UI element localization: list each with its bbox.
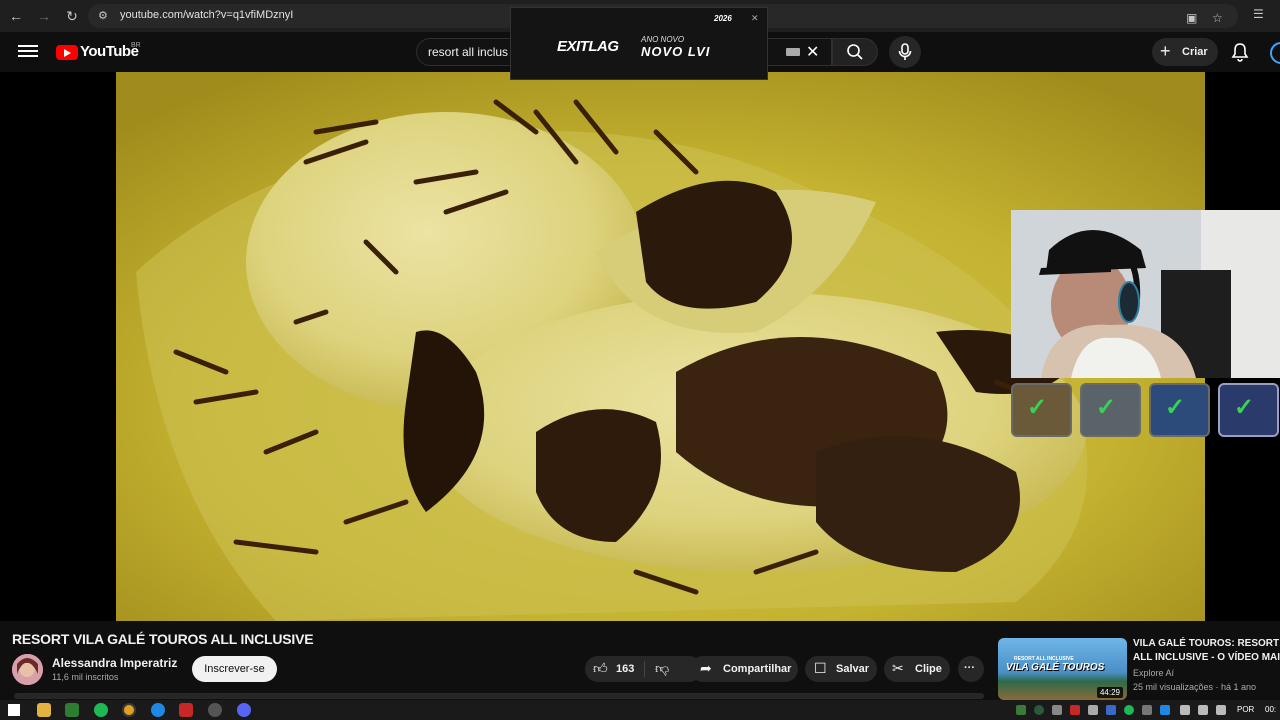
dislike-icon[interactable]: 👎︎ [655, 660, 669, 677]
save-label: Salvar [836, 663, 870, 675]
reload-icon[interactable]: ↻ [62, 6, 82, 26]
spotify-icon[interactable] [94, 703, 108, 717]
like-count[interactable]: 163 [616, 663, 634, 675]
voice-search-button[interactable] [889, 36, 921, 68]
create-label: Criar [1182, 46, 1208, 58]
subscribe-button[interactable]: Inscrever-se [192, 656, 277, 682]
tray-icon[interactable] [1106, 705, 1116, 715]
language-indicator[interactable]: POR [1237, 705, 1254, 714]
plus-icon: + [1160, 41, 1171, 61]
account-avatar[interactable] [1270, 42, 1280, 64]
logo-text: YouTube [80, 43, 139, 60]
check-icon: ✓ [1165, 394, 1186, 421]
clip-label: Clipe [915, 663, 942, 675]
tray-icon[interactable] [1016, 705, 1026, 715]
close-icon[interactable]: ✕ [751, 13, 759, 24]
microphone-icon [898, 43, 912, 60]
badge-4: ✓ [1218, 383, 1279, 437]
save-button[interactable]: ☐ Salvar [805, 656, 877, 682]
keyboard-icon[interactable] [786, 48, 800, 56]
subscriber-count: 11,6 mil inscritos [52, 672, 119, 682]
create-button[interactable]: + Criar [1152, 38, 1218, 66]
badge-3: ✓ [1149, 383, 1210, 437]
install-icon[interactable]: ▣ [1186, 11, 1197, 25]
thumb-caption-main: VILA GALÉ TOUROS [1006, 662, 1105, 673]
app-icon[interactable] [151, 703, 165, 717]
menu-icon[interactable] [18, 42, 38, 60]
recommendation-meta: 25 mil visualizações · há 1 ano [1133, 682, 1257, 692]
exitlag-logo: EXITLAG [557, 38, 619, 55]
recommendation-channel[interactable]: Explore Aí [1133, 668, 1174, 678]
description-box-edge [14, 693, 984, 699]
more-actions-button[interactable]: ··· [958, 656, 984, 682]
streamer-webcam-image [1011, 210, 1280, 378]
channel-avatar-image [12, 654, 43, 685]
exitlag-ad-overlay: EXITLAG ANO NOVO NOVO LVI 2026 ✕ [510, 7, 768, 80]
badge-2: ✓ [1080, 383, 1141, 437]
exitlag-headline: NOVO LVI [641, 44, 711, 59]
discord-icon[interactable] [237, 703, 251, 717]
tray-icon[interactable] [1052, 705, 1062, 715]
like-divider [644, 661, 645, 677]
battery-icon[interactable] [1216, 705, 1226, 715]
extensions-icon[interactable]: ☰ [1253, 7, 1264, 21]
play-logo-icon [56, 45, 78, 60]
windows-start-icon[interactable] [8, 704, 20, 716]
exitlag-subtitle: ANO NOVO [641, 35, 685, 44]
site-info-icon[interactable]: ⚙ [98, 9, 108, 22]
channel-avatar[interactable] [12, 654, 43, 685]
file-explorer-icon[interactable] [37, 703, 51, 717]
windows-taskbar: POR 00: [0, 700, 1280, 720]
achievement-badges: ✓ ✓ ✓ ✓ [1011, 381, 1280, 439]
tray-icon[interactable] [1034, 705, 1044, 715]
bell-icon[interactable] [1231, 42, 1249, 62]
spotify-tray-icon[interactable] [1124, 705, 1134, 715]
forward-icon[interactable]: → [34, 6, 54, 26]
scissors-icon: ✂ [892, 660, 904, 676]
share-button[interactable]: ➦ Compartilhar [690, 656, 798, 682]
check-icon: ✓ [1027, 394, 1048, 421]
xbox-icon[interactable] [65, 703, 79, 717]
clear-search-icon[interactable]: ✕ [806, 42, 819, 62]
search-query[interactable]: resort all inclus [428, 45, 508, 59]
chrome-icon[interactable] [122, 703, 136, 717]
badge-1: ✓ [1011, 383, 1072, 437]
clip-button[interactable]: ✂ Clipe [884, 656, 950, 682]
tray-icon[interactable] [1142, 705, 1152, 715]
share-icon: ➦ [700, 660, 712, 676]
share-label: Compartilhar [723, 663, 792, 675]
recommendation-thumbnail[interactable]: RESORT ALL INCLUSIVE VILA GALÉ TOUROS 44… [998, 638, 1127, 700]
bookmark-icon: ☐ [814, 660, 827, 676]
search-icon [847, 44, 863, 60]
url-text[interactable]: youtube.com/watch?v=q1vfiMDznyI [120, 9, 293, 21]
volume-icon[interactable] [1198, 705, 1208, 715]
check-icon: ✓ [1234, 394, 1255, 421]
tray-icon[interactable] [1160, 705, 1170, 715]
video-duration: 44:29 [1096, 687, 1123, 698]
exitlag-year: 2026 [714, 14, 732, 23]
webcam-overlay [1011, 210, 1280, 378]
channel-name[interactable]: Alessandra Imperatriz [52, 656, 177, 670]
media-app-icon[interactable] [179, 703, 193, 717]
check-icon: ✓ [1096, 394, 1117, 421]
like-icon[interactable]: 👍︎ [593, 660, 608, 677]
recommendation-title[interactable]: VILA GALÉ TOUROS: RESORT ALL INCLUSIVE -… [1133, 637, 1280, 665]
more-icon: ··· [964, 662, 975, 674]
country-code: BR [131, 42, 141, 49]
settings-icon[interactable] [208, 703, 222, 717]
wifi-icon[interactable] [1180, 705, 1190, 715]
bookmark-star-icon[interactable]: ☆ [1212, 11, 1223, 25]
tray-icon[interactable] [1070, 705, 1080, 715]
clock[interactable]: 00: [1265, 705, 1276, 714]
recommendation-title-text[interactable]: VILA GALÉ TOUROS: RESORT ALL INCLUSIVE -… [1133, 638, 1280, 663]
back-icon[interactable]: ← [6, 6, 26, 26]
tray-icon[interactable] [1088, 705, 1098, 715]
search-button[interactable] [832, 38, 878, 66]
video-title: RESORT VILA GALÉ TOUROS ALL INCLUSIVE [12, 631, 314, 647]
